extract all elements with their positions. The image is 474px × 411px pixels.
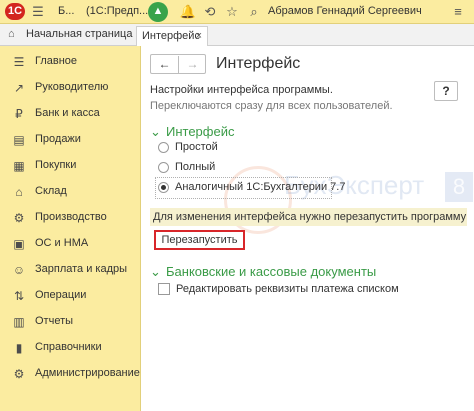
chevron-down-icon: ⌄	[150, 124, 161, 139]
ruble-coin-icon: ₽	[15, 107, 23, 121]
app-menu-icon[interactable]: ☰	[28, 2, 48, 22]
admin-gear-icon: ⚙	[13, 367, 25, 381]
sidebar-item-main[interactable]: ☰ Главное	[0, 49, 141, 75]
section-interface-header[interactable]: ⌄ Интерфейс	[150, 124, 234, 140]
chart-line-icon: ↗	[13, 81, 25, 95]
help-button[interactable]: ?	[434, 81, 458, 101]
sidebar-item-label: Продажи	[35, 133, 81, 145]
fixed-assets-icon: ▣	[13, 237, 25, 251]
menu-icon: ☰	[13, 55, 25, 69]
sidebar: ☰ Главное ↗ Руководителю ₽ Банк и касса …	[0, 46, 141, 411]
radio-button[interactable]	[158, 162, 169, 173]
sidebar-item-references[interactable]: ▮ Справочники	[0, 335, 141, 361]
people-icon: ☺	[12, 263, 26, 277]
radio-label: Аналогичный 1С:Бухгалтерии 7.7	[175, 181, 346, 193]
sidebar-item-admin[interactable]: ⚙ Администрирование	[0, 361, 141, 387]
forward-arrow-icon[interactable]: →	[179, 56, 206, 73]
sidebar-item-label: ОС и НМА	[35, 237, 89, 249]
radio-button-checked[interactable]	[158, 182, 169, 193]
sidebar-item-salary[interactable]: ☺ Зарплата и кадры	[0, 257, 141, 283]
warehouse-icon: ⌂	[15, 185, 23, 199]
base-short-title: Б...	[58, 5, 75, 17]
sidebar-item-warehouse[interactable]: ⌂ Склад	[0, 179, 141, 205]
title-bar: 1С ☰ Б... (1С:Предп... ▲ 🔔 ⟲ ☆ ⌕ Абрамов…	[0, 0, 474, 24]
sidebar-item-sales[interactable]: ▤ Продажи	[0, 127, 141, 153]
search-icon[interactable]: ⌕	[244, 2, 264, 22]
chevron-down-icon: ⌄	[150, 264, 161, 279]
back-arrow-icon[interactable]: ←	[151, 56, 179, 73]
home-green-icon[interactable]: ▲	[148, 2, 168, 22]
sidebar-item-label: Главное	[35, 55, 78, 67]
basket-icon: ▦	[13, 159, 25, 173]
sidebar-item-label: Операции	[35, 289, 87, 301]
sidebar-item-label: Банк и касса	[35, 107, 100, 119]
logo-1c-icon[interactable]: 1С	[5, 3, 25, 20]
tab-home-label: Начальная страница	[26, 28, 133, 40]
app-title: (1С:Предп...	[86, 5, 149, 17]
tab-interface[interactable]: Интерфейс ×	[136, 26, 208, 46]
star-icon[interactable]: ☆	[222, 2, 242, 22]
sidebar-item-operations[interactable]: ⇅ Операции	[0, 283, 141, 309]
sidebar-item-label: Справочники	[35, 341, 102, 353]
factory-icon: ⚙	[13, 211, 25, 225]
page-title: Интерфейс	[216, 55, 301, 72]
watermark-number: 8	[445, 172, 473, 202]
sidebar-item-label: Администрирование	[35, 367, 140, 379]
sidebar-item-label: Зарплата и кадры	[35, 263, 128, 275]
main-panel: ← → Интерфейс Настройки интерфейса прогр…	[141, 46, 474, 411]
radio-label: Полный	[175, 161, 216, 173]
sidebar-item-label: Склад	[35, 185, 67, 197]
radio-button[interactable]	[158, 142, 169, 153]
settings-note: Переключаются сразу для всех пользовател…	[150, 100, 393, 112]
sidebar-item-label: Руководителю	[35, 81, 109, 93]
sidebar-item-label: Производство	[35, 211, 107, 223]
restart-button[interactable]: Перезапустить	[154, 230, 245, 250]
settings-description: Настройки интерфейса программы.	[150, 84, 333, 96]
books-icon: ▮	[15, 341, 23, 355]
user-name[interactable]: Абрамов Геннадий Сергеевич	[268, 5, 422, 17]
edit-payment-list-checkbox[interactable]	[158, 283, 170, 295]
section-interface-label: Интерфейс	[166, 124, 235, 139]
sidebar-item-fixed-assets[interactable]: ▣ ОС и НМА	[0, 231, 141, 257]
settings-icon[interactable]: ≡	[448, 2, 468, 22]
nav-arrows: ← →	[150, 54, 206, 74]
bell-icon[interactable]: 🔔	[178, 2, 198, 22]
history-icon[interactable]: ⟲	[200, 2, 220, 22]
sidebar-item-reports[interactable]: ▥ Отчеты	[0, 309, 141, 335]
sidebar-item-label: Покупки	[35, 159, 77, 171]
reports-icon: ▥	[13, 315, 25, 329]
sidebar-item-production[interactable]: ⚙ Производство	[0, 205, 141, 231]
sidebar-item-manager[interactable]: ↗ Руководителю	[0, 75, 141, 101]
cart-icon: ▤	[13, 133, 25, 147]
checkbox-label[interactable]: Редактировать реквизиты платежа списком	[176, 283, 399, 295]
tab-bar: ⌂ Начальная страница Интерфейс ×	[0, 24, 474, 46]
radio-label: Простой	[175, 141, 218, 153]
home-icon: ⌂	[8, 28, 15, 40]
tab-interface-label: Интерфейс	[142, 30, 200, 42]
operations-icon: ⇅	[13, 289, 25, 303]
tab-home[interactable]: ⌂ Начальная страница	[8, 28, 132, 40]
close-tab-icon[interactable]: ×	[196, 30, 202, 42]
section-bank-header[interactable]: ⌄ Банковские и кассовые документы	[150, 264, 376, 280]
section-bank-label: Банковские и кассовые документы	[166, 264, 377, 279]
restart-info-message: Для изменения интерфейса нужно перезапус…	[150, 208, 467, 226]
sidebar-item-purchases[interactable]: ▦ Покупки	[0, 153, 141, 179]
sidebar-item-bank[interactable]: ₽ Банк и касса	[0, 101, 141, 127]
sidebar-item-label: Отчеты	[35, 315, 74, 327]
